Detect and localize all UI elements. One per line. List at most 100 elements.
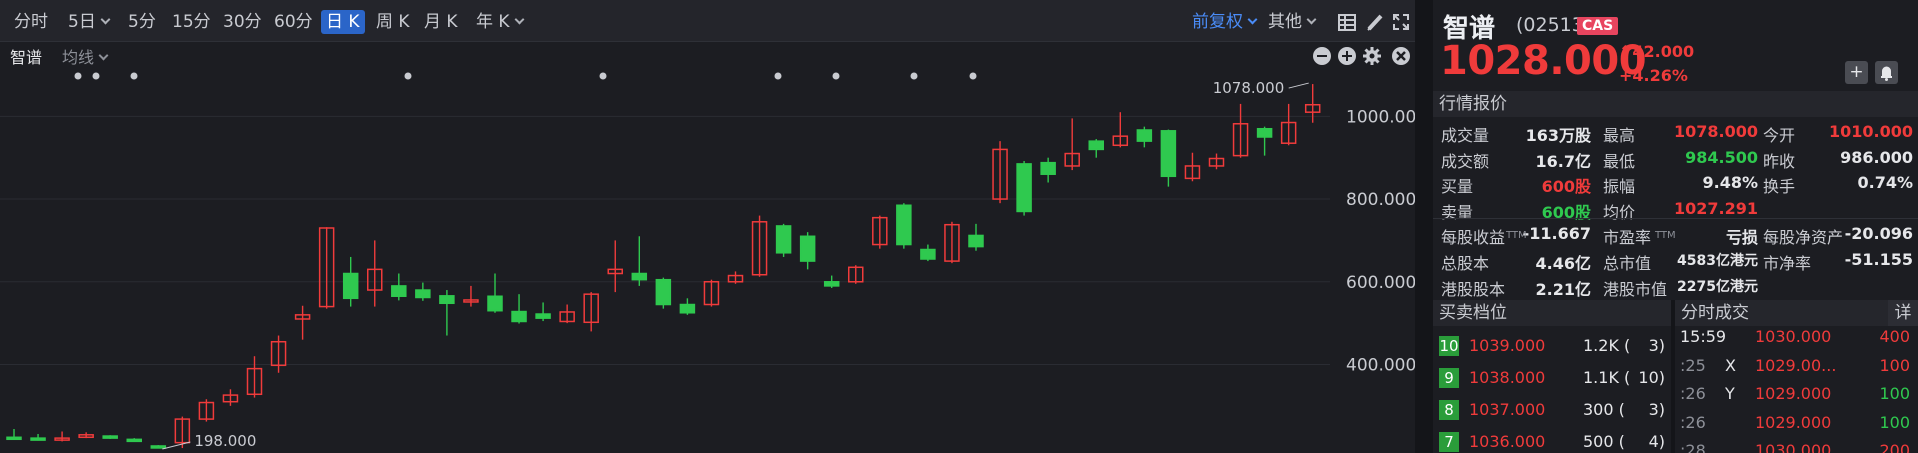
kline-chart[interactable]: 1000.000 800.000 600.000 400.000 1078.000 19… <box>0 70 1415 453</box>
stat-label: 昨收 <box>1763 151 1796 171</box>
trade-flag: Y <box>1725 384 1735 403</box>
orderbook-row[interactable]: 9 1038.000 1.1K (10) <box>1433 363 1671 395</box>
orderbook-row[interactable]: 7 1036.000 500 (4) <box>1433 427 1671 453</box>
candle <box>150 445 167 449</box>
candle <box>607 240 623 293</box>
event-marker[interactable] <box>774 72 782 80</box>
candle <box>1064 118 1080 171</box>
event-marker[interactable] <box>92 72 100 80</box>
ttm-label: TTM <box>1506 230 1527 241</box>
trade-volume: 100 <box>1879 384 1910 403</box>
candle <box>1136 126 1153 148</box>
stat-value: 1078.000 <box>1673 122 1758 141</box>
period-tab-60min[interactable]: 60分 <box>274 10 313 34</box>
event-marker[interactable] <box>74 72 82 80</box>
candle <box>1208 153 1225 170</box>
fullscreen-icon[interactable] <box>1392 13 1410 31</box>
orderbook-row[interactable]: 8 1037.000 300 (3) <box>1433 395 1671 427</box>
close-icon[interactable] <box>1392 47 1410 65</box>
settings-gear-icon[interactable] <box>1362 46 1382 66</box>
trade-price: 1029.000 <box>1755 412 1832 432</box>
alert-bell-button[interactable] <box>1875 61 1898 84</box>
zoom-in-icon[interactable] <box>1338 47 1356 65</box>
candle <box>1304 84 1321 123</box>
layout-grid-icon[interactable] <box>1338 14 1356 31</box>
candle <box>1016 160 1032 216</box>
ma-dropdown[interactable]: 均线 <box>62 44 109 68</box>
event-marker[interactable] <box>404 72 412 80</box>
other-dropdown[interactable]: 其他 <box>1268 10 1317 34</box>
indicator-bar: 智谱 均线 <box>0 42 1415 70</box>
y-tick-label: 600.000 <box>1346 273 1415 293</box>
y-tick-label: 1000.000 <box>1346 107 1415 127</box>
stat-label: 成交量 <box>1441 126 1490 145</box>
period-tab-year-k[interactable]: 年 K <box>476 10 525 34</box>
event-marker[interactable] <box>969 72 977 80</box>
candles-group <box>6 84 1321 449</box>
stat-value: 0.74% <box>1857 173 1913 192</box>
candle <box>222 389 239 406</box>
candle <box>992 141 1008 204</box>
period-tab-intraday[interactable]: 分时 <box>14 10 48 34</box>
candle <box>968 223 984 251</box>
zoom-out-icon[interactable] <box>1313 47 1331 65</box>
fund-value: 2275亿港元 <box>1677 279 1758 295</box>
candle <box>679 298 696 315</box>
orderbook-volume: 1.2K ( <box>1583 336 1631 355</box>
period-tab-month-k[interactable]: 月 K <box>424 10 458 34</box>
period-tab-week-k[interactable]: 周 K <box>376 10 410 34</box>
fund-label: 总市值 <box>1603 254 1652 273</box>
period-tab-15min[interactable]: 15分 <box>172 10 211 34</box>
event-marker[interactable] <box>910 72 918 80</box>
app-window: 分时 5日 5分 15分 30分 60分 日 K 周 K 月 K 年 K 前复权… <box>0 0 1918 453</box>
candle <box>920 244 936 262</box>
orderbook-row[interactable]: 10 1039.000 1.2K (3) <box>1433 331 1671 363</box>
trade-row: :26 1029.000 100 <box>1675 411 1918 440</box>
candle <box>318 227 335 309</box>
stat-label: 成交额 <box>1441 151 1490 171</box>
candle <box>1160 129 1177 187</box>
chevron-down-icon <box>100 14 111 25</box>
candle <box>1088 139 1104 158</box>
period-tab-30min[interactable]: 30分 <box>223 10 262 34</box>
orderbook-count: 4) <box>1648 432 1665 451</box>
adjust-dropdown[interactable]: 前复权 <box>1192 10 1258 34</box>
period-toolbar: 分时 5日 5分 15分 30分 60分 日 K 周 K 月 K 年 K 前复权… <box>0 0 1415 42</box>
event-markers <box>74 72 977 80</box>
candle <box>198 399 215 422</box>
event-marker[interactable] <box>599 72 607 80</box>
candle <box>775 223 792 257</box>
candle <box>751 215 768 277</box>
chart-panel: 分时 5日 5分 15分 30分 60分 日 K 周 K 月 K 年 K 前复权… <box>0 0 1415 453</box>
period-tab-5day[interactable]: 5日 <box>68 10 111 34</box>
period-tab-day-k[interactable]: 日 K <box>321 10 365 34</box>
price-change-value: 42.000 <box>1632 42 1695 61</box>
period-tab-5min[interactable]: 5分 <box>128 10 156 34</box>
fund-label: 每股收益 <box>1441 228 1506 247</box>
orderbook-volume: 1.1K ( <box>1583 368 1631 387</box>
event-marker[interactable] <box>832 72 840 80</box>
chevron-down-icon <box>514 14 525 25</box>
y-tick-label: 400.000 <box>1346 355 1415 375</box>
event-marker[interactable] <box>130 72 138 80</box>
bell-icon <box>1881 66 1892 81</box>
ma-label: 均线 <box>62 48 95 67</box>
add-watchlist-button[interactable]: + <box>1845 61 1868 84</box>
candle <box>559 304 575 324</box>
y-axis-labels: 1000.000 800.000 600.000 400.000 <box>1346 107 1415 375</box>
fund-label: 港股股本 <box>1441 280 1506 299</box>
up-arrow-icon: ↑ <box>1619 42 1633 61</box>
draw-pen-icon[interactable] <box>1366 13 1384 31</box>
orderbook-header: 买卖档位 <box>1433 300 1671 326</box>
candle <box>246 356 263 398</box>
trades-detail-button[interactable]: 详 <box>1888 300 1918 326</box>
trade-time: :26 <box>1680 412 1706 432</box>
trade-price: 1030.000 <box>1755 327 1832 346</box>
trade-row: :26 Y 1029.000 100 <box>1675 382 1918 411</box>
trade-row: :25 X 1029.00... 100 <box>1675 354 1918 383</box>
candle <box>463 285 479 307</box>
stock-name-label: 智谱 <box>10 48 43 67</box>
candle <box>126 438 142 443</box>
fund-value: -51.155 <box>1844 250 1913 269</box>
candle <box>944 221 960 264</box>
